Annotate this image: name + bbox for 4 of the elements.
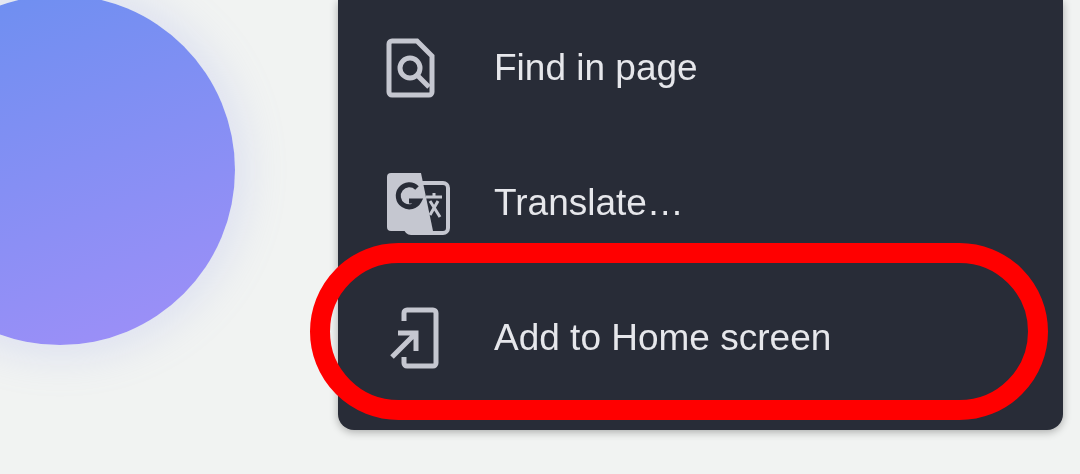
menu-item[interactable]: Add to Home screen bbox=[338, 270, 1063, 405]
menu-item[interactable]: Translate… bbox=[338, 135, 1063, 270]
translate-icon bbox=[386, 170, 450, 235]
menu-item[interactable]: Find in page bbox=[338, 0, 1063, 135]
